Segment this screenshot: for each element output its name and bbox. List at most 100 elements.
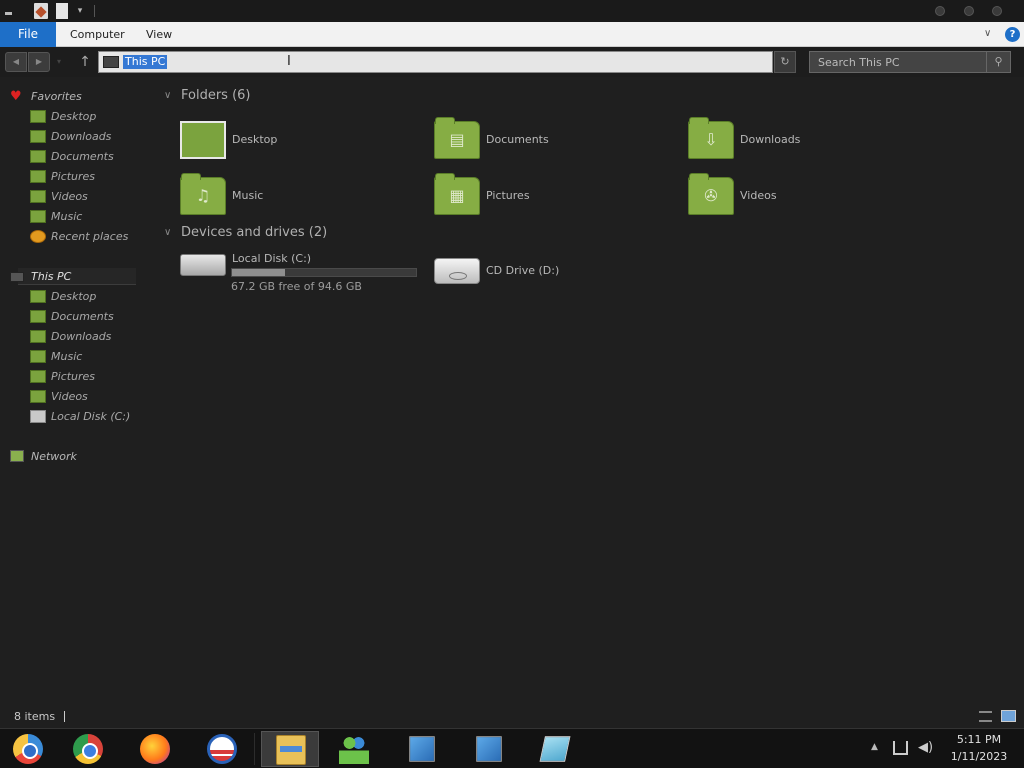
refresh-button[interactable]: ↻ xyxy=(774,51,796,73)
folder-tile-pictures[interactable]: ▦ Pictures xyxy=(434,173,634,221)
large-icons-view-icon[interactable] xyxy=(1001,710,1016,722)
title-bar: ▾ xyxy=(0,0,1024,22)
recent-locations-icon[interactable]: ▾ xyxy=(57,56,69,68)
drive-tile-cd-drive[interactable]: CD Drive (D:) xyxy=(434,252,634,296)
installer-icon xyxy=(476,736,502,762)
text-cursor-icon: I xyxy=(287,54,291,69)
taskbar-notes-button[interactable] xyxy=(529,731,581,767)
taskbar-installer-button-1[interactable] xyxy=(396,731,448,767)
folder-tile-label: Desktop xyxy=(232,133,278,146)
taskbar-people-button[interactable] xyxy=(328,731,380,767)
desktop-icon xyxy=(30,110,46,123)
navigation-pane: ♥ Favorites Desktop Downloads Documents … xyxy=(0,86,150,466)
new-folder-icon[interactable] xyxy=(56,3,68,19)
drive-name: Local Disk (C:) xyxy=(232,252,312,265)
downloads-folder-icon: ⇩ xyxy=(688,117,734,159)
back-button[interactable]: ◀ xyxy=(5,52,27,72)
forward-button[interactable]: ▶ xyxy=(28,52,50,72)
tab-view[interactable]: View xyxy=(146,22,172,47)
music-icon xyxy=(30,350,46,363)
maximize-button[interactable] xyxy=(964,6,974,16)
folders-group-title: Folders (6) xyxy=(181,88,251,103)
up-arrow-icon[interactable]: ↑ xyxy=(78,54,92,70)
taskbar-firefox-button[interactable] xyxy=(129,731,181,767)
folder-tile-label: Downloads xyxy=(740,133,801,146)
folder-tile-desktop[interactable]: Desktop xyxy=(180,121,380,165)
folder-tile-label: Pictures xyxy=(486,189,530,202)
quick-access-dropdown-icon[interactable]: ▾ xyxy=(75,3,85,19)
taskbar-chrome-button[interactable] xyxy=(62,731,114,767)
documents-icon xyxy=(30,310,46,323)
chromium-icon xyxy=(13,734,43,764)
sidebar-item-label: Music xyxy=(51,350,83,363)
toolbar-separator xyxy=(94,5,95,17)
address-bar-input[interactable]: This PC I ▼ xyxy=(98,51,864,73)
downloads-icon xyxy=(30,330,46,343)
folder-tile-label: Videos xyxy=(740,189,777,202)
search-icon[interactable]: ⚲ xyxy=(986,51,1011,73)
nav-this-pc[interactable]: This PC xyxy=(0,269,136,285)
sidebar-item-label: Videos xyxy=(51,190,88,203)
campaign-logo-icon xyxy=(207,734,237,764)
sidebar-item-label: Documents xyxy=(51,310,114,323)
close-button[interactable] xyxy=(992,6,1002,16)
folder-tile-videos[interactable]: ✇ Videos xyxy=(688,173,888,221)
minimize-button[interactable] xyxy=(935,6,945,16)
properties-icon[interactable] xyxy=(34,3,48,19)
music-icon xyxy=(30,210,46,223)
drive-name: CD Drive (D:) xyxy=(486,264,560,277)
tab-file[interactable]: File xyxy=(0,22,56,47)
nav-this-pc-label: This PC xyxy=(31,270,72,283)
sidebar-item-label: Pictures xyxy=(51,170,96,183)
computer-icon xyxy=(103,56,119,68)
folder-tile-downloads[interactable]: ⇩ Downloads xyxy=(688,117,888,165)
folder-tile-documents[interactable]: ▤ Documents xyxy=(434,117,634,165)
content-pane: ∨ Folders (6) Desktop ▤ Documents ⇩ Down… xyxy=(160,86,1020,686)
status-separator xyxy=(64,711,65,722)
help-icon[interactable]: ? xyxy=(1005,27,1020,42)
clock-date[interactable]: 1/11/2023 xyxy=(946,750,1012,763)
devices-group-header[interactable]: ∨ Devices and drives (2) xyxy=(160,224,380,242)
sidebar-item-label: Pictures xyxy=(51,370,96,383)
network-icon xyxy=(10,450,24,462)
sidebar-item-label: Documents xyxy=(51,150,114,163)
volume-icon[interactable]: ◀) xyxy=(918,740,933,755)
installer-icon xyxy=(409,736,435,762)
taskbar-file-explorer-button[interactable] xyxy=(261,731,319,767)
taskbar-installer-button-2[interactable] xyxy=(463,731,515,767)
folder-tile-label: Documents xyxy=(486,133,549,146)
people-icon xyxy=(339,734,369,764)
tab-computer[interactable]: Computer xyxy=(70,22,125,47)
folders-group-header[interactable]: ∨ Folders (6) xyxy=(160,87,360,105)
details-view-icon[interactable] xyxy=(979,711,992,722)
clock-time[interactable]: 5:11 PM xyxy=(950,733,1008,746)
ribbon-expand-chevron-icon[interactable]: ∨ xyxy=(984,29,996,39)
disk-usage-bar xyxy=(231,268,417,277)
videos-icon xyxy=(30,390,46,403)
sidebar-item-label: Desktop xyxy=(51,110,97,123)
music-folder-icon: ♫ xyxy=(180,173,226,215)
network-tray-icon[interactable] xyxy=(893,741,908,755)
address-location-text: This PC xyxy=(123,55,168,69)
cd-drive-icon xyxy=(434,258,480,284)
notes-icon xyxy=(539,736,571,762)
sidebar-item-label: Desktop xyxy=(51,290,97,303)
sidebar-item-label: Recent places xyxy=(51,230,129,243)
documents-folder-icon: ▤ xyxy=(434,117,480,159)
show-hidden-icons-chevron-icon[interactable]: ▲ xyxy=(871,742,878,752)
videos-folder-icon: ✇ xyxy=(688,173,734,215)
nav-network[interactable]: Network xyxy=(0,449,130,465)
search-input[interactable]: Search This PC xyxy=(809,51,987,73)
sidebar-item-label: Music xyxy=(51,210,83,223)
folder-tile-label: Music xyxy=(232,189,264,202)
taskbar-campaign-logo-button[interactable] xyxy=(196,731,248,767)
devices-group-title: Devices and drives (2) xyxy=(181,225,328,240)
folder-tile-music[interactable]: ♫ Music xyxy=(180,173,380,221)
chevron-down-icon: ∨ xyxy=(164,227,172,238)
system-menu-icon[interactable] xyxy=(2,3,14,19)
computer-icon xyxy=(10,272,24,282)
nav-favorites[interactable]: ♥ Favorites xyxy=(0,89,130,105)
firefox-icon xyxy=(140,734,170,764)
taskbar-chromium-button[interactable] xyxy=(2,731,54,767)
screen: ▾ File Computer View ∨ ? ◀ ▶ ▾ ↑ This PC… xyxy=(0,0,1024,768)
